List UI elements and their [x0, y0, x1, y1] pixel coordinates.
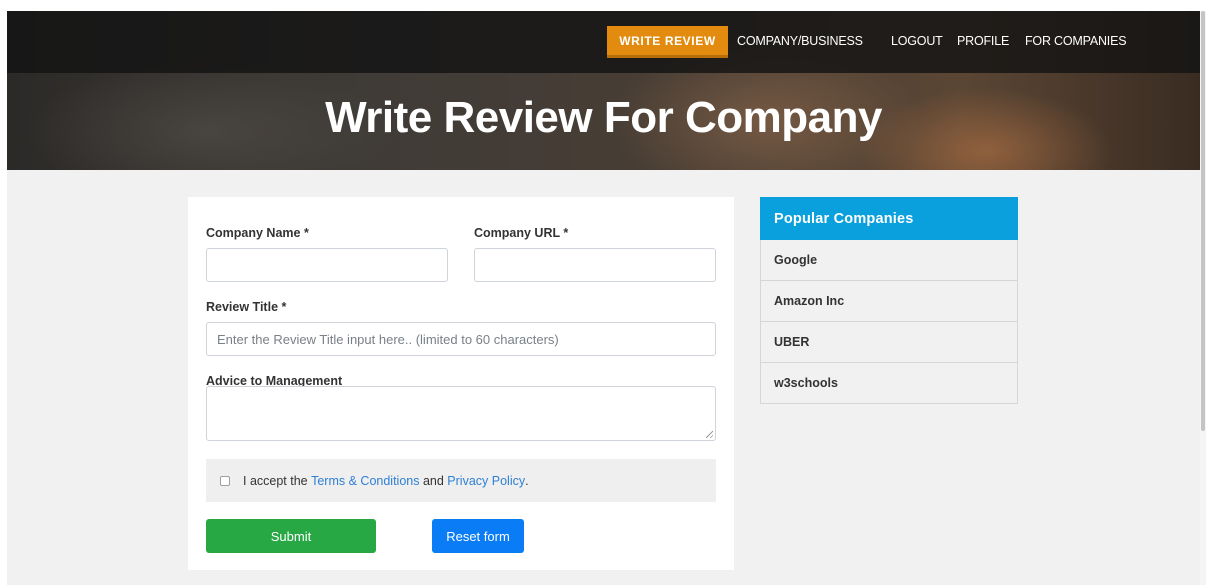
page-viewport: WRITE REVIEW COMPANY/BUSINESS LOGOUT PRO… — [7, 11, 1200, 585]
resize-grip-icon[interactable] — [706, 431, 713, 438]
popular-company-uber[interactable]: UBER — [760, 322, 1018, 363]
advice-textarea[interactable] — [206, 386, 716, 441]
review-title-input[interactable] — [206, 322, 716, 356]
popular-company-google[interactable]: Google — [760, 240, 1018, 281]
review-form: Company Name * Company URL * Review Titl… — [188, 197, 734, 570]
terms-row: I accept the Terms & Conditions and Priv… — [206, 459, 716, 502]
terms-middle-text: and — [419, 473, 448, 488]
scrollbar-thumb[interactable] — [1201, 11, 1205, 431]
popular-companies-heading: Popular Companies — [760, 197, 1018, 240]
terms-prefix-text: I accept the — [243, 473, 312, 488]
privacy-policy-link[interactable]: Privacy Policy — [447, 474, 525, 488]
hero-banner: WRITE REVIEW COMPANY/BUSINESS LOGOUT PRO… — [7, 11, 1200, 170]
top-navbar: WRITE REVIEW COMPANY/BUSINESS LOGOUT PRO… — [7, 11, 1200, 73]
nav-for-companies[interactable]: FOR COMPANIES — [1025, 34, 1127, 48]
terms-conditions-link[interactable]: Terms & Conditions — [311, 474, 419, 488]
nav-company-business[interactable]: COMPANY/BUSINESS — [737, 34, 863, 48]
review-title-label: Review Title * — [206, 300, 287, 314]
write-review-button[interactable]: WRITE REVIEW — [607, 26, 728, 58]
company-url-label: Company URL * — [474, 226, 569, 240]
popular-company-amazon[interactable]: Amazon Inc — [760, 281, 1018, 322]
company-name-input[interactable] — [206, 248, 448, 282]
company-url-input[interactable] — [474, 248, 716, 282]
reset-form-button[interactable]: Reset form — [432, 519, 524, 553]
nav-profile[interactable]: PROFILE — [957, 34, 1009, 48]
popular-companies-panel: Popular Companies Google Amazon Inc UBER… — [760, 197, 1018, 404]
terms-checkbox[interactable] — [220, 475, 230, 486]
nav-logout[interactable]: LOGOUT — [891, 34, 943, 48]
submit-button[interactable]: Submit — [206, 519, 376, 553]
popular-company-w3schools[interactable]: w3schools — [760, 363, 1018, 404]
terms-suffix-text: . — [525, 473, 529, 488]
page-title: Write Review For Company — [325, 93, 882, 142]
company-name-label: Company Name * — [206, 226, 309, 240]
